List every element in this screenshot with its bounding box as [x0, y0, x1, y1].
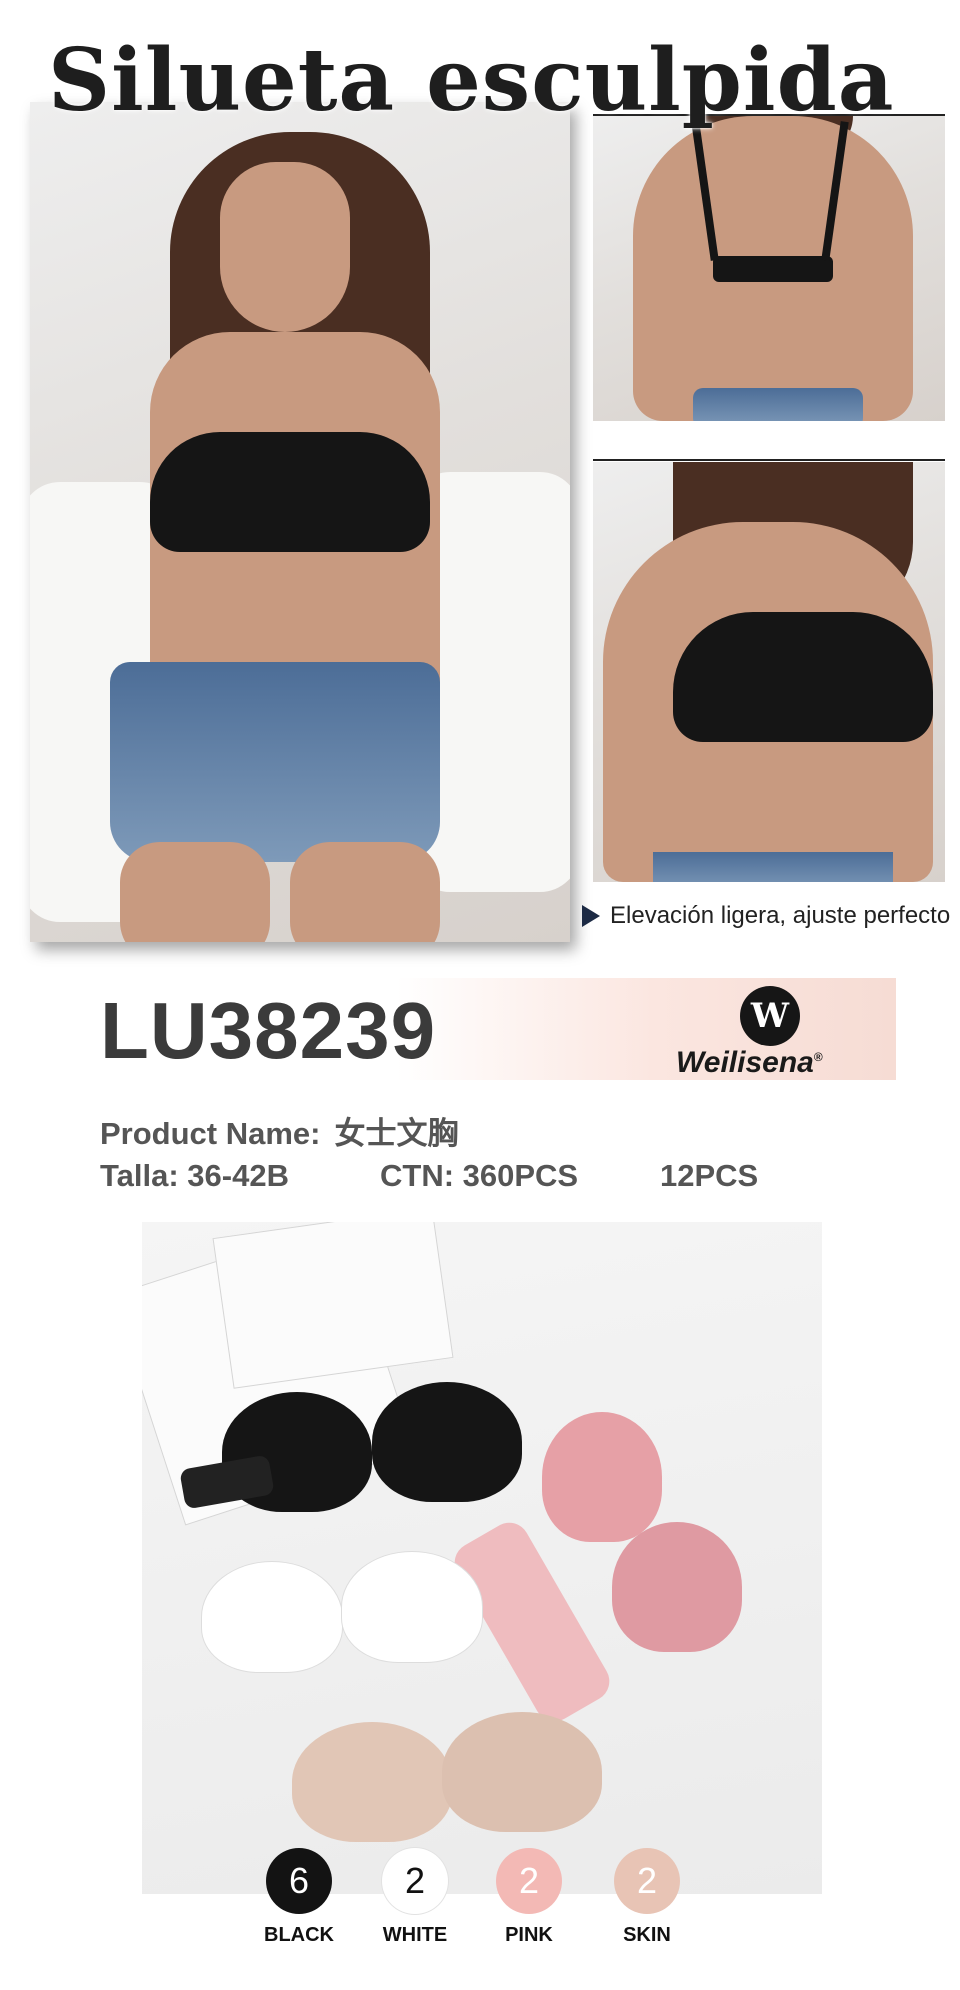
swatch-label-black: BLACK [264, 1924, 334, 1946]
feature-caption: Elevación ligera, ajuste perfecto [582, 902, 950, 930]
bra-skin-cup [442, 1712, 602, 1832]
model-code: LU38239 [100, 986, 437, 1075]
brand-name: Weilisena® [676, 1046, 823, 1080]
model-photo-side [593, 462, 945, 882]
swatch-skin: 2 [614, 1848, 680, 1914]
bra-pink-cup [612, 1522, 742, 1652]
jeans-shape [693, 388, 863, 421]
leg-right [290, 842, 440, 942]
swatch-pink: 2 [496, 1848, 562, 1914]
brand-logo-icon: W [740, 986, 800, 1046]
face-shape [220, 162, 350, 332]
shorts-shape [110, 662, 440, 862]
bra-shape [673, 612, 933, 742]
swatch-white: 2 [382, 1848, 448, 1914]
swatch-label-skin: SKIN [623, 1924, 671, 1946]
leg-left [120, 842, 270, 942]
bra-band [713, 256, 833, 282]
product-name-value: 女士文胸 [334, 1116, 459, 1151]
bra-white-cup [202, 1562, 342, 1672]
model-photo-back [593, 116, 945, 421]
bra-shape [150, 432, 430, 552]
bra-pink-cup [542, 1412, 662, 1542]
triangle-icon [582, 905, 600, 927]
pack-spec: 12PCS [660, 1158, 759, 1193]
swatch-label-white: WHITE [382, 1924, 448, 1946]
model-photo-main [30, 102, 570, 942]
product-photo [142, 1222, 822, 1894]
size-spec: Talla: 36-42B [100, 1158, 289, 1193]
brand-name-text: Weilisena [676, 1046, 814, 1079]
swatch-label-pink: PINK [505, 1924, 553, 1946]
caption-text: Elevación ligera, ajuste perfecto [610, 902, 951, 929]
carton-spec: CTN: 360PCS [380, 1158, 579, 1193]
divider-middle [593, 459, 945, 461]
bra-black-cup [372, 1382, 522, 1502]
product-name-row: Product Name: 女士文胸 [100, 1108, 458, 1153]
bra-white-cup [342, 1552, 482, 1662]
paper-sheet [212, 1222, 454, 1389]
registered-mark: ® [813, 1050, 823, 1064]
swatch-black: 6 [266, 1848, 332, 1914]
jeans-shape [653, 852, 893, 882]
product-name-label: Product Name: [100, 1116, 321, 1151]
headline: Silueta esculpida [48, 30, 895, 131]
bra-skin-cup [292, 1722, 452, 1842]
